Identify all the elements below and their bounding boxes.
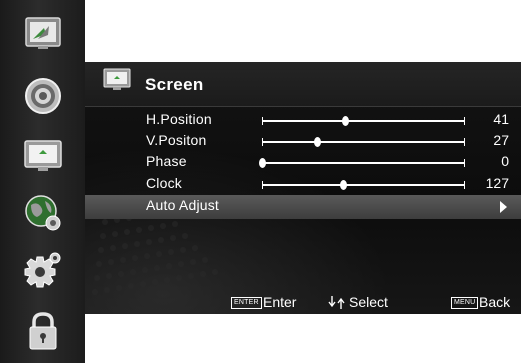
slider-thumb[interactable] [342,116,350,126]
setting-row-phase[interactable]: Phase 0 [85,151,521,175]
menu-key-badge: MENU [451,297,479,309]
slider-track-start [262,138,263,146]
slider-track-end [464,159,465,167]
auto-adjust-label: Auto Adjust [146,197,220,213]
setting-label: V.Positon [146,132,207,148]
slider-thumb[interactable] [259,158,266,168]
gear-icon [24,252,61,288]
arrow-right-icon [500,201,507,213]
sidebar-item-sound[interactable] [15,72,71,120]
screen-icon [24,140,62,171]
sidebar-item-lock[interactable] [15,307,71,355]
slider-track-start [262,117,263,125]
slider-track-end [464,138,465,146]
picture-icon [25,17,61,49]
up-down-arrows-icon [328,296,345,309]
setting-label: Phase [146,153,187,169]
h-position-slider[interactable] [262,116,465,126]
clock-slider[interactable] [262,180,465,190]
setting-label: H.Position [146,111,212,127]
slider-thumb[interactable] [340,180,348,190]
slider-track-end [464,181,465,189]
speaker-icon [25,78,61,114]
slider-track-start [262,181,263,189]
key-hint-bar: ENTER Enter Select MENU Back [85,290,521,314]
panel-title-bar: Screen [85,62,521,107]
setting-row-clock[interactable]: Clock 127 [85,173,521,197]
globe-icon [25,195,61,231]
setting-value: 127 [485,175,509,191]
enter-hint: Enter [263,294,297,310]
setting-value: 0 [501,153,509,169]
slider-thumb[interactable] [313,137,321,147]
slider-track-end [464,117,465,125]
phase-slider[interactable] [259,158,465,168]
sidebar [0,0,85,363]
sidebar-item-picture[interactable] [15,9,71,57]
v-position-slider[interactable] [262,137,465,147]
sidebar-item-options[interactable] [15,246,71,294]
select-hint: Select [349,294,388,310]
setting-label: Clock [146,175,183,191]
auto-adjust-button[interactable]: Auto Adjust [85,195,521,219]
sidebar-item-screen[interactable] [15,132,71,180]
page-title: Screen [145,75,204,94]
lock-icon [29,312,57,350]
sidebar-item-setup[interactable] [15,189,71,237]
setting-value: 41 [493,111,509,127]
back-hint: Back [479,294,511,310]
setting-value: 27 [493,132,509,148]
screen-settings-panel: Screen H.Position 41 V.Positon 27 Phase … [85,62,521,314]
enter-key-badge: ENTER [231,297,262,309]
screen-icon [103,68,131,90]
